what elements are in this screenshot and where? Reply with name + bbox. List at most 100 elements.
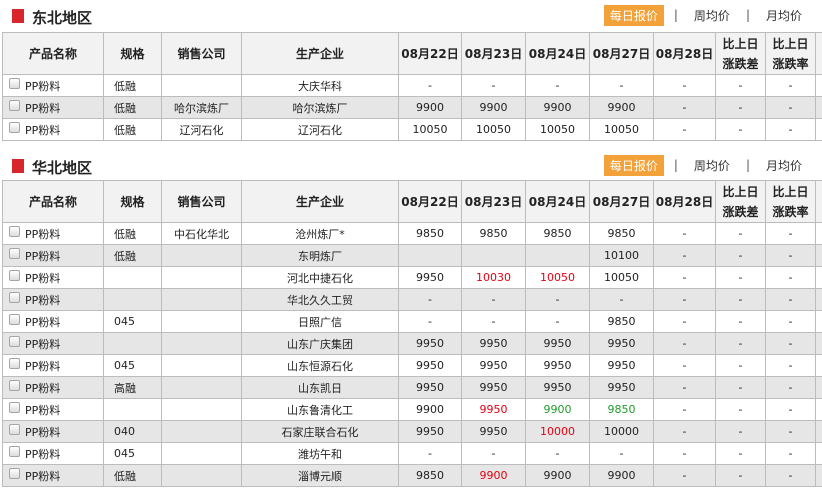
cell-spec: 低融 xyxy=(103,464,162,487)
product-name: PP粉料 xyxy=(25,337,61,351)
row-checkbox[interactable] xyxy=(9,314,20,325)
cell-producer: 淄博元顺 xyxy=(241,464,399,487)
cell-price: - xyxy=(461,310,526,333)
header-date: 08月27日 xyxy=(589,180,654,223)
table-row: PP粉料 低融 大庆华科 - - - - - - - xyxy=(2,74,822,97)
cell-spec: 低融 xyxy=(103,74,162,97)
cell-price: 10000 xyxy=(589,420,654,443)
cell-price: - xyxy=(653,420,716,443)
cell-price xyxy=(525,244,590,267)
cell-product: PP粉料 xyxy=(2,310,104,333)
tab-daily-price[interactable]: 每日报价 xyxy=(603,154,664,176)
row-checkbox[interactable] xyxy=(9,122,20,133)
cell-price: - xyxy=(589,442,654,465)
row-checkbox[interactable] xyxy=(9,248,20,259)
row-checkbox[interactable] xyxy=(9,78,20,89)
row-checkbox[interactable] xyxy=(9,270,20,281)
cell-diff: - xyxy=(715,118,766,141)
cell-product: PP粉料 xyxy=(2,118,104,141)
cell-rate: - xyxy=(765,266,816,289)
tab-daily-price[interactable]: 每日报价 xyxy=(603,4,664,26)
cell-extra xyxy=(815,118,822,141)
row-checkbox[interactable] xyxy=(9,336,20,347)
cell-spec: 低融 xyxy=(103,96,162,119)
row-checkbox[interactable] xyxy=(9,424,20,435)
row-checkbox[interactable] xyxy=(9,446,20,457)
cell-seller xyxy=(161,354,242,377)
cell-extra xyxy=(815,332,822,355)
table-row: PP粉料 山东广庆集团 9950 9950 9950 9950- - - xyxy=(2,332,822,355)
product-name: PP粉料 xyxy=(25,425,61,439)
table-row: PP粉料 045 山东恒源石化 9950 9950 9950 9950- - - xyxy=(2,354,822,377)
cell-extra xyxy=(815,398,822,421)
section-marker-icon xyxy=(12,159,24,173)
row-checkbox[interactable] xyxy=(9,358,20,369)
cell-seller: 中石化华北 xyxy=(161,222,242,245)
table-row: PP粉料 低融 哈尔滨炼厂 哈尔滨炼厂 9900 9900 9900 9900- - - xyxy=(2,96,822,119)
cell-product: PP粉料 xyxy=(2,420,104,443)
tab-weekly-avg[interactable]: 周均价 xyxy=(688,5,736,26)
tab-monthly-avg[interactable]: 月均价 xyxy=(760,155,808,176)
cell-producer: 哈尔滨炼厂 xyxy=(241,96,399,119)
cell-price: - xyxy=(653,74,716,97)
table-row: PP粉料 045 潍坊午和 - - - - - - - xyxy=(2,442,822,465)
cell-spec: 045 xyxy=(103,310,162,333)
cell-price: 9950 xyxy=(461,398,526,421)
product-name: PP粉料 xyxy=(25,101,61,115)
cell-rate: - xyxy=(765,354,816,377)
cell-diff: - xyxy=(715,222,766,245)
cell-price: 9950 xyxy=(398,266,462,289)
product-name: PP粉料 xyxy=(25,381,61,395)
cell-price: 10050 xyxy=(398,118,462,141)
cell-price: 9950 xyxy=(398,420,462,443)
cell-rate: - xyxy=(765,118,816,141)
cell-seller xyxy=(161,442,242,465)
cell-producer: 山东广庆集团 xyxy=(241,332,399,355)
cell-spec xyxy=(103,288,162,311)
table-row: PP粉料 低融 辽河石化 辽河石化 10050 10050 10050 10050- - - xyxy=(2,118,822,141)
header-diff-line1: 比上日 xyxy=(722,184,759,199)
row-checkbox[interactable] xyxy=(9,468,20,479)
header-rate-line1: 比上日 xyxy=(772,36,809,51)
cell-spec xyxy=(103,266,162,289)
cell-price: 9850 xyxy=(398,222,462,245)
price-tabs: 每日报价 | 周均价 | 月均价 xyxy=(603,4,808,26)
cell-diff: - xyxy=(715,244,766,267)
cell-diff: - xyxy=(715,420,766,443)
cell-seller xyxy=(161,464,242,487)
table-row: PP粉料 高融 山东凯日 9950 9950 9950 9950- - - xyxy=(2,376,822,399)
cell-spec: 低融 xyxy=(103,118,162,141)
cell-price: 9950 xyxy=(461,376,526,399)
row-checkbox[interactable] xyxy=(9,226,20,237)
cell-seller xyxy=(161,74,242,97)
cell-product: PP粉料 xyxy=(2,332,104,355)
row-checkbox[interactable] xyxy=(9,402,20,413)
cell-diff: - xyxy=(715,266,766,289)
cell-extra xyxy=(815,354,822,377)
cell-extra xyxy=(815,74,822,97)
tab-separator: | xyxy=(673,8,678,22)
cell-producer: 沧州炼厂* xyxy=(241,222,399,245)
cell-product: PP粉料 xyxy=(2,376,104,399)
cell-producer: 日照广信 xyxy=(241,310,399,333)
tab-weekly-avg[interactable]: 周均价 xyxy=(688,155,736,176)
cell-price: - xyxy=(525,310,590,333)
header-product: 产品名称 xyxy=(2,180,104,223)
cell-producer: 大庆华科 xyxy=(241,74,399,97)
header-date: 08月24日 xyxy=(525,32,590,75)
cell-producer: 东明炼厂 xyxy=(241,244,399,267)
row-checkbox[interactable] xyxy=(9,380,20,391)
table-row: PP粉料 低融 中石化华北 沧州炼厂* 9850 9850 9850 9850- - - xyxy=(2,222,822,245)
cell-price: 9900 xyxy=(398,96,462,119)
cell-price: - xyxy=(653,244,716,267)
price-tabs: 每日报价 | 周均价 | 月均价 xyxy=(603,154,808,176)
tab-monthly-avg[interactable]: 月均价 xyxy=(760,5,808,26)
row-checkbox[interactable] xyxy=(9,292,20,303)
cell-price: 9900 xyxy=(525,96,590,119)
header-producer: 生产企业 xyxy=(241,180,399,223)
cell-price: - xyxy=(653,222,716,245)
cell-price: 10050 xyxy=(589,266,654,289)
price-table: 产品名称 规格 销售公司 生产企业 08月22日 08月23日 08月24日 0… xyxy=(2,180,822,487)
cell-rate: - xyxy=(765,96,816,119)
row-checkbox[interactable] xyxy=(9,100,20,111)
